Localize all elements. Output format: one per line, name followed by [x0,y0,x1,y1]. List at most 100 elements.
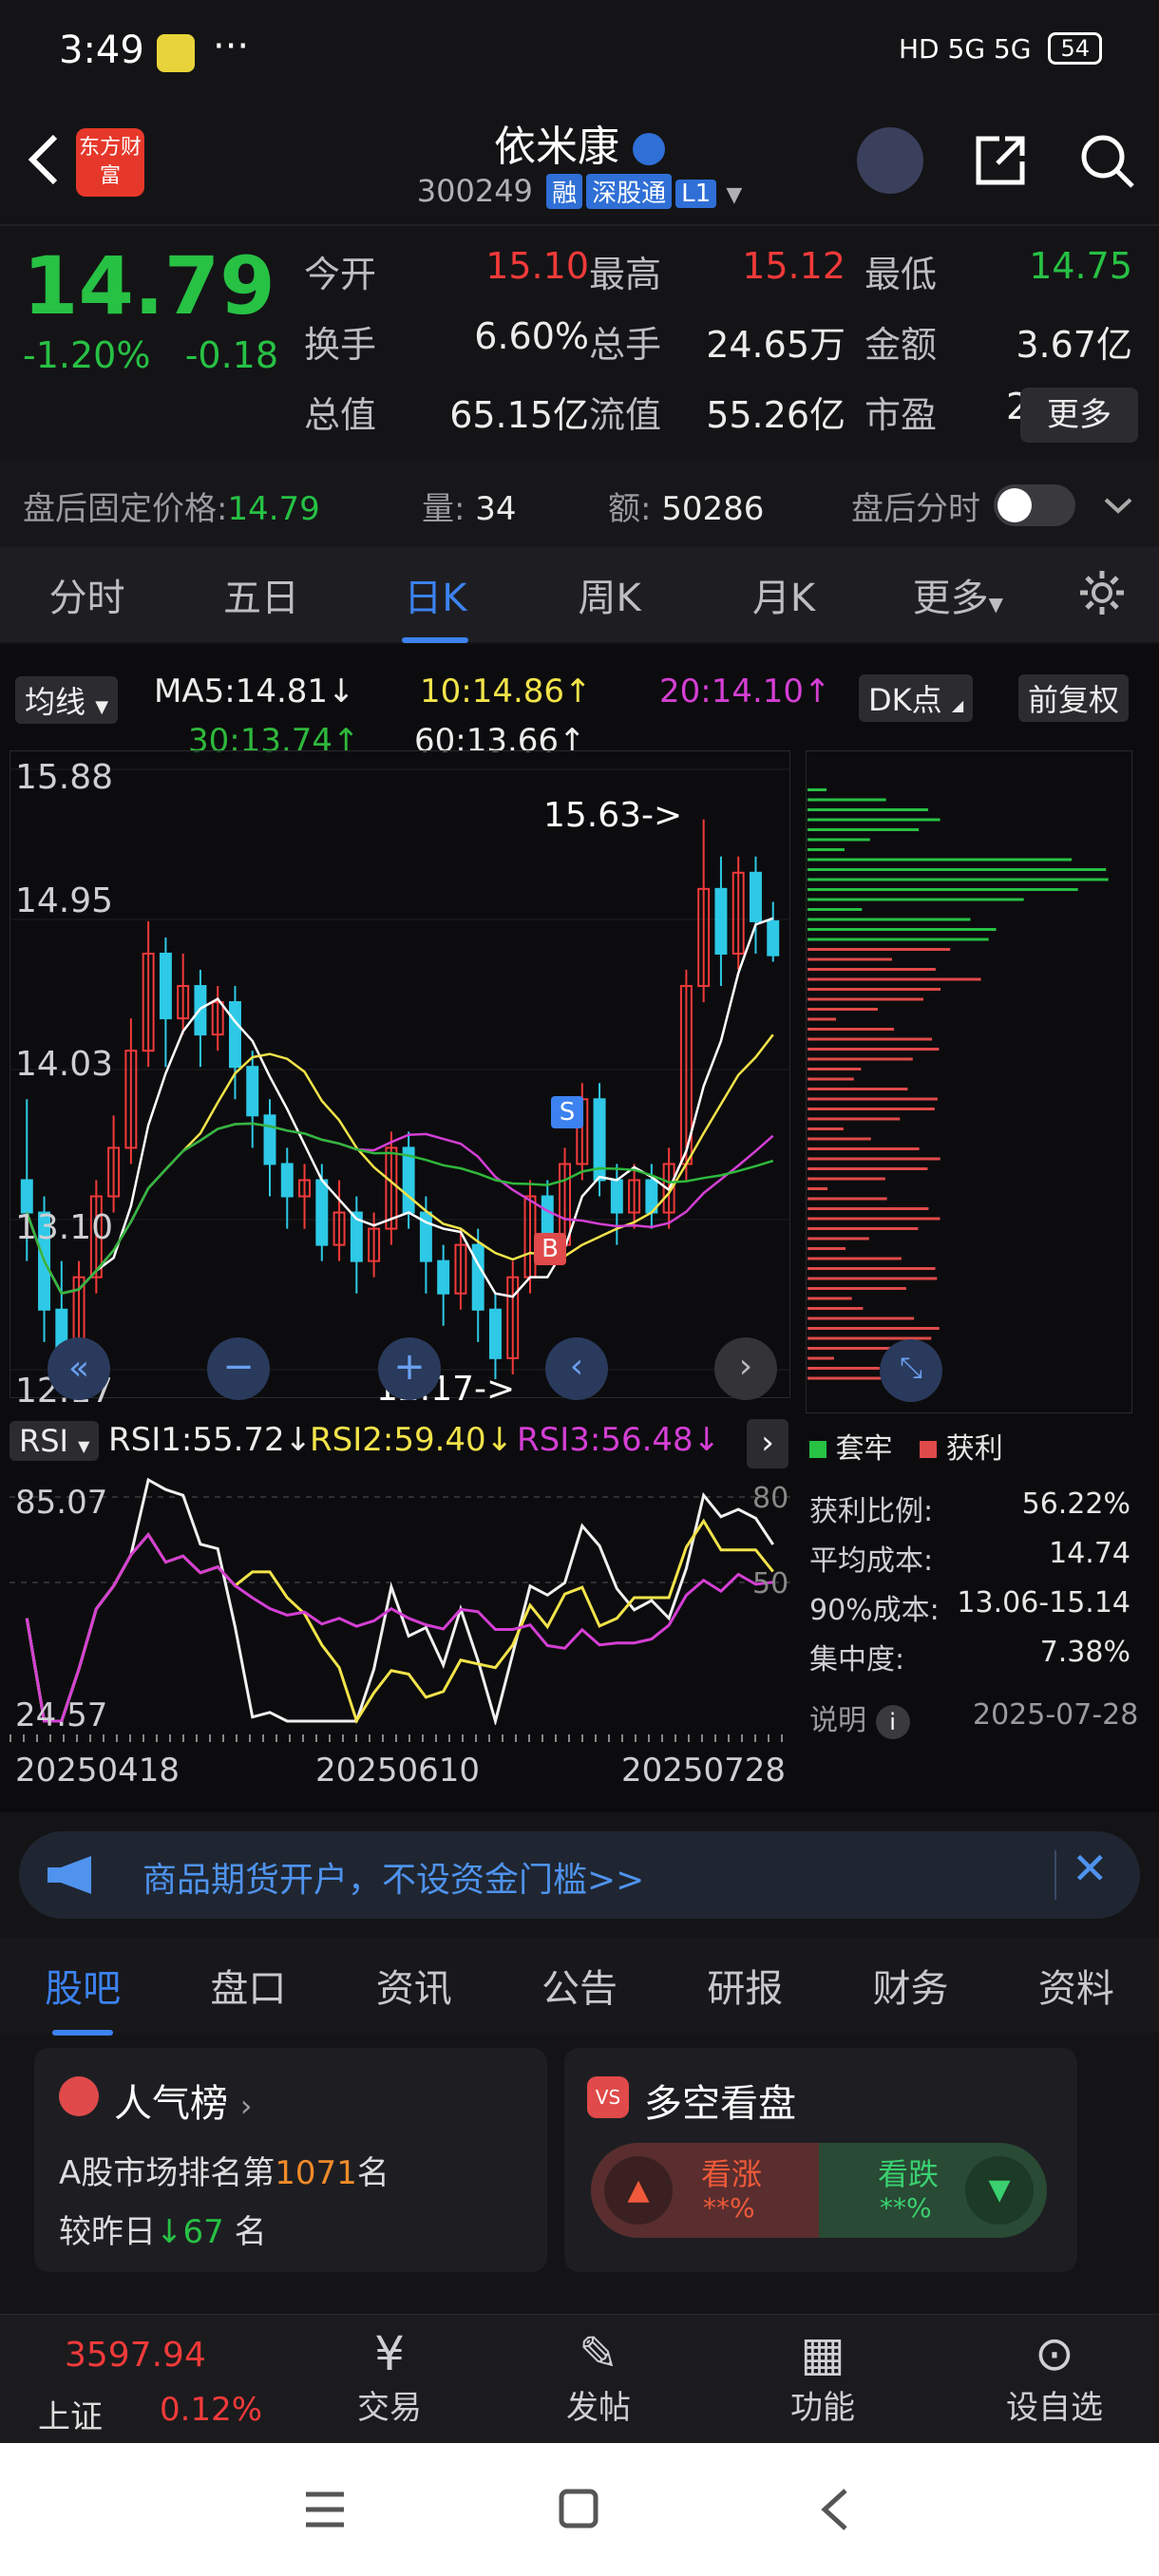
ma5-line [26,917,774,1298]
tab-orderbook[interactable]: 盘口 [165,1958,331,2013]
assistant-avatar-icon[interactable] [857,127,923,194]
home-icon[interactable] [557,2487,600,2530]
change-prefix: 较昨日 [59,2213,156,2251]
quote-value: 55.26亿 [706,394,846,436]
chip-bar [808,1367,880,1370]
caret-down-icon: ▼ [988,593,1003,616]
quote-value: 6.60% [474,315,589,357]
gear-icon[interactable] [1076,567,1128,618]
tab-profile[interactable]: 资料 [994,1958,1159,2013]
amount-value: 50286 [661,490,765,528]
rsi-plot [10,1476,790,1725]
after-hours-row: 盘后固定价格:14.79 量: 34 额: 50286 盘后分时 [23,483,980,529]
bullish-value: **% [703,2192,755,2224]
chart-period-tabs: 分时 五日 日K 周K 月K 更多▼ [0,547,1159,643]
quote-label: 换手 [304,324,377,366]
ma10-text: 10:14.86 [420,672,565,710]
ma30-line [26,1122,774,1296]
chip-bar [808,1167,928,1170]
nav-post[interactable]: ✎ 发帖 [542,2326,656,2428]
tab-finance[interactable]: 财务 [827,1958,993,2013]
dropdown-icon[interactable]: ▼ [726,183,742,207]
ma-selector-label: 均线 [25,684,86,720]
chip-bar [808,1227,919,1230]
dk-point-button[interactable]: DK点 ◢ [859,674,974,722]
sell-marker-icon[interactable]: S [551,1096,583,1128]
down-arrow-icon: ↓ [156,2213,183,2251]
scroll-right-icon[interactable]: › [714,1337,777,1400]
chip-bar [808,1088,908,1090]
tab-intraday[interactable]: 分时 [0,567,174,622]
adjust-button[interactable]: 前复权 [1018,674,1130,722]
tab-weekly-k[interactable]: 周K [522,567,696,622]
nav-watchlist[interactable]: ⊙ 设自选 [988,2326,1121,2428]
chip-bar [808,828,920,831]
chart-settings[interactable] [1045,567,1159,622]
chip-bar [808,1247,846,1250]
share-icon[interactable] [971,131,1030,190]
chip-legend: 套牢 获利 [809,1425,1003,1467]
after-hours-timeline-label: 盘后分时 [851,490,980,528]
chip-bar [808,1356,834,1360]
index-name[interactable]: 上证 [38,2391,103,2437]
tab-five-day[interactable]: 五日 [174,567,348,622]
candle-body [159,952,172,1020]
zoom-out-start-icon[interactable]: « [48,1337,110,1400]
rsi-bottom-label: 24.57 [15,1696,108,1734]
yen-icon: ¥ [374,2326,405,2381]
bearish-icon[interactable]: ▼ [965,2156,1034,2225]
tab-daily-k[interactable]: 日K [349,567,522,643]
tab-forum[interactable]: 股吧 [0,1958,165,2036]
after-hours-toggle[interactable] [994,484,1075,526]
zoom-out-icon[interactable]: − [207,1337,270,1400]
chip-bar [808,798,886,802]
tab-monthly-k[interactable]: 月K [696,567,870,622]
battery-icon: 54 [1048,32,1102,65]
header-actions [857,127,1136,194]
note-row[interactable]: 说明 i [809,1696,910,1739]
zoom-in-icon[interactable]: + [378,1337,441,1400]
more-button[interactable]: 更多 [1020,388,1138,443]
quote-label: 最高 [589,254,662,295]
longshort-card[interactable]: VS 多空看盘 ▲ 看涨 **% 看跌 **% ▼ [564,2048,1077,2272]
chip-bar [808,1147,920,1150]
menu-icon[interactable] [302,2489,348,2530]
chip-bar [808,1297,852,1300]
date-label-1: 20250418 [15,1752,180,1790]
search-icon[interactable] [1077,131,1136,190]
back-icon[interactable] [817,2487,851,2532]
expand-icon[interactable]: ⤡ [880,1339,942,1402]
candle-body [767,919,780,957]
rsi1-value: RSI1:55.72↓ [108,1421,313,1459]
nav-trade[interactable]: ¥ 交易 [332,2326,446,2428]
quote-value: 24.65万 [706,324,846,366]
tab-more[interactable]: 更多▼ [871,567,1045,622]
tab-research[interactable]: 研报 [662,1958,827,2013]
rsi-next-icon[interactable]: › [747,1419,788,1468]
promo-banner[interactable]: 商品期货开户，不设资金门槛>> ✕ [19,1831,1140,1919]
tab-news[interactable]: 资讯 [332,1958,497,2013]
after-hours-amount: 额: 50286 [608,483,764,529]
chip-bar [808,1048,940,1051]
popularity-card[interactable]: 人气榜 › A股市场排名第1071名 较昨日↓67 名 [34,2048,547,2272]
ma-selector[interactable]: 均线 ▼ [15,676,119,724]
nav-trade-label: 交易 [357,2389,422,2427]
tab-announcements[interactable]: 公告 [497,1958,662,2013]
rank-suffix: 名 [356,2154,390,2192]
rsi-selector[interactable]: RSI ▼ [10,1421,100,1461]
rsi2-value: RSI2:59.40↓ [310,1421,514,1459]
info-icon[interactable]: i [875,1705,910,1739]
candle-body [437,1260,450,1295]
stock-title: 依米康 [494,123,619,171]
chevron-down-icon[interactable] [1102,494,1134,517]
bearish-value: **% [880,2192,932,2224]
quote-value: 14.75 [1029,245,1132,287]
index-value[interactable]: 3597.94 [65,2336,206,2375]
buy-marker-icon[interactable]: B [534,1233,566,1265]
bullish-icon[interactable]: ▲ [604,2156,673,2225]
scroll-left-icon[interactable]: ‹ [545,1337,608,1400]
close-icon[interactable]: ✕ [1072,1843,1109,1894]
banner-divider [1054,1850,1056,1900]
nav-functions[interactable]: ▦ 功能 [766,2326,880,2428]
candle-body [749,871,762,922]
